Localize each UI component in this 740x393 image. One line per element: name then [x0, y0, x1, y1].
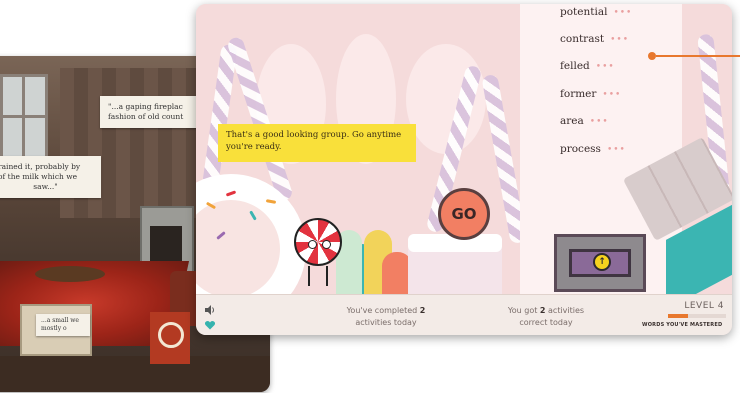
word-progress-dots: •••: [613, 8, 633, 18]
heart-icon[interactable]: [204, 319, 216, 331]
vault-box: ↑: [554, 234, 646, 292]
mastered-label: WORDS YOU'VE MASTERED: [642, 322, 723, 328]
word-item[interactable]: former •••: [560, 88, 621, 100]
word-item[interactable]: area •••: [560, 115, 609, 127]
correct-mid: activities: [545, 306, 585, 315]
word-progress-dots: •••: [602, 90, 622, 100]
bookshelf: [0, 356, 270, 392]
word-label: felled: [560, 60, 590, 72]
connector-line: [656, 55, 740, 57]
mastered-progress-bar: [668, 314, 726, 318]
magnifier-card: [150, 312, 190, 364]
quote-card-book: ...a small we mostly o: [36, 314, 90, 336]
quote-mid-line3: saw...": [33, 182, 58, 191]
go-button[interactable]: GO: [438, 188, 490, 240]
character-eye: [308, 240, 317, 249]
connector-dot: [648, 52, 656, 60]
word-item[interactable]: potential •••: [560, 6, 632, 18]
correct-suffix: correct today: [519, 318, 573, 327]
arrow-up-icon[interactable]: ↑: [593, 253, 611, 271]
character-leg: [308, 266, 310, 286]
word-item[interactable]: process •••: [560, 143, 626, 155]
quote-card-mid: rained it, probably by of the milk which…: [0, 156, 101, 198]
round-table: [35, 266, 105, 282]
word-progress-dots: •••: [589, 117, 609, 127]
quote-mid-line2: of the milk which we: [0, 172, 78, 181]
quote-mid-line1: rained it, probably by: [0, 162, 81, 171]
word-progress-dots: •••: [610, 35, 630, 45]
word-progress-dots: •••: [595, 62, 615, 72]
word-label: process: [560, 143, 601, 155]
character-leg: [326, 266, 328, 286]
word-label: potential: [560, 6, 608, 18]
word-label: former: [560, 88, 597, 100]
completed-count: 2: [419, 306, 426, 315]
peppermint-character: [294, 218, 342, 266]
mastered-progress-fill: [668, 314, 689, 318]
correct-prefix: You got: [507, 306, 540, 315]
instruction-message: That's a good looking group. Go anytime …: [218, 124, 416, 162]
character-eye: [322, 240, 331, 249]
word-label: contrast: [560, 33, 605, 45]
word-item[interactable]: felled •••: [560, 60, 615, 72]
candy-background: potential ••• contrast ••• felled ••• forme…: [196, 4, 732, 324]
quote-book-line1: ...a small we: [41, 317, 79, 324]
word-progress-dots: •••: [606, 145, 626, 155]
completed-prefix: You've completed: [346, 306, 420, 315]
room-window: [0, 74, 48, 160]
correct-stat: You got 2 activities correct today: [486, 305, 606, 329]
completed-stat: You've completed 2 activities today: [326, 305, 446, 329]
word-item[interactable]: contrast •••: [560, 33, 629, 45]
completed-suffix: activities today: [355, 318, 417, 327]
quote-book-line2: mostly o: [41, 325, 67, 332]
speaker-icon[interactable]: [204, 304, 216, 316]
status-footer: You've completed 2 activities today You …: [196, 294, 732, 335]
word-label: area: [560, 115, 584, 127]
level-label: LEVEL 4: [684, 301, 724, 311]
